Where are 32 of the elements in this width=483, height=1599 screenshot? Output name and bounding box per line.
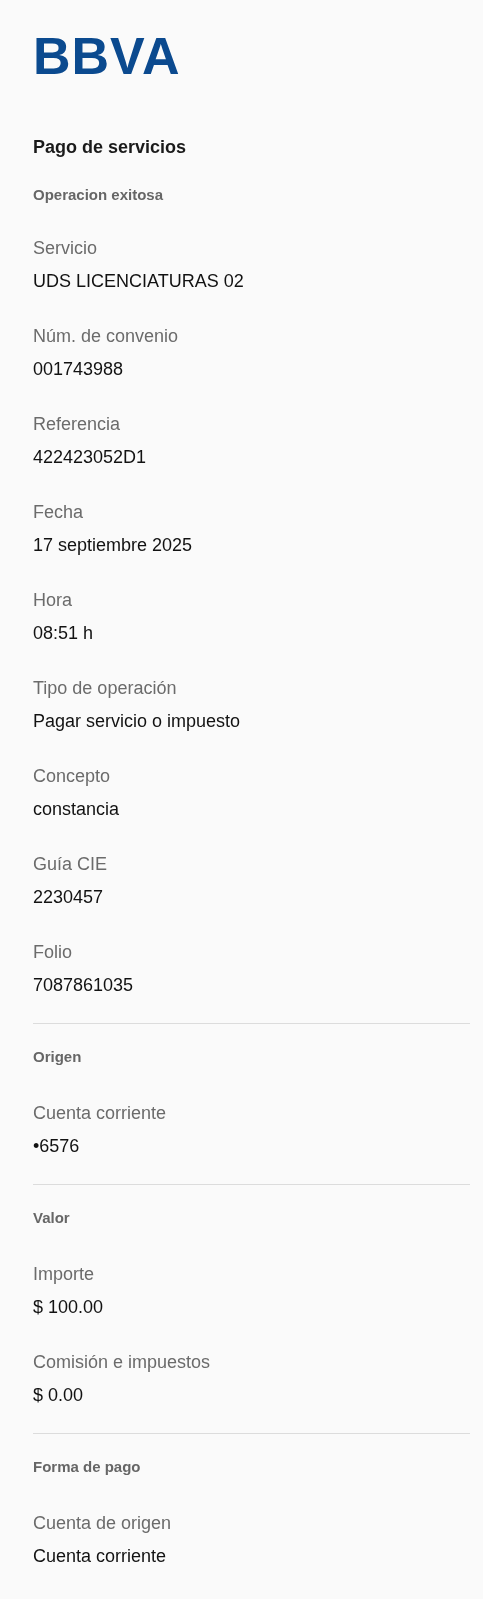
field-label: Núm. de convenio (33, 325, 180, 348)
section-heading: Origen (33, 1047, 83, 1067)
field-label: Importe (33, 1263, 96, 1286)
field-value: constancia (33, 798, 121, 821)
field-value: 422423052D1 (33, 446, 148, 469)
field-label: Guía CIE (33, 853, 109, 876)
field-label: Folio (33, 941, 73, 964)
section-heading: Operacion exitosa (33, 185, 165, 205)
field-value: 001743988 (33, 358, 125, 381)
field-label: Comisión e impuestos (33, 1351, 212, 1374)
field-value: 08:51 h (33, 622, 95, 645)
field-value: 2230457 (33, 886, 105, 909)
section-heading: Valor (33, 1208, 71, 1228)
field-label: Concepto (33, 765, 112, 788)
field-label: Cuenta de origen (33, 1512, 173, 1535)
field-value: Pagar servicio o impuesto (33, 710, 242, 733)
field-value: $ 100.00 (33, 1296, 105, 1319)
field-value: •6576 (33, 1135, 81, 1158)
field-label: Referencia (33, 413, 122, 436)
page-title: Pago de servicios (33, 136, 188, 159)
field-label: Cuenta corriente (33, 1102, 168, 1125)
field-label: Hora (33, 589, 73, 612)
field-label: Servicio (33, 237, 99, 260)
field-value: UDS LICENCIATURAS 02 (33, 270, 245, 293)
section-heading: Forma de pago (33, 1457, 142, 1477)
bbva-logo: BBVA (33, 28, 181, 84)
field-label: Fecha (33, 501, 85, 524)
field-value: 17 septiembre 2025 (33, 534, 194, 557)
field-value: 7087861035 (33, 974, 135, 997)
field-label: Tipo de operación (33, 677, 178, 700)
field-value: $ 0.00 (33, 1384, 85, 1407)
field-value: Cuenta corriente (33, 1545, 168, 1568)
